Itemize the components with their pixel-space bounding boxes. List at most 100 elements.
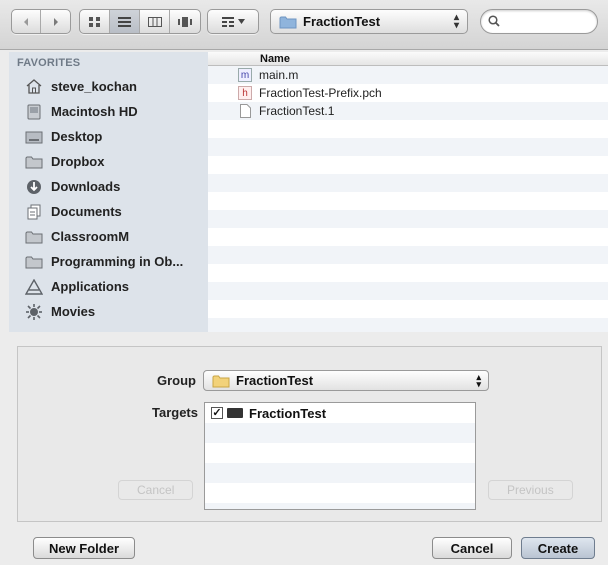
downloads-icon [27, 179, 41, 194]
group-popup[interactable]: FractionTest ▴ ▾ [203, 370, 489, 391]
sidebar-item-label: Movies [51, 304, 96, 319]
applications-icon [25, 278, 43, 295]
home-icon [26, 79, 42, 94]
sidebar-item-label: Macintosh HD [51, 104, 138, 119]
empty-row [205, 423, 475, 443]
empty-row [208, 264, 608, 282]
file-name: FractionTest.1 [259, 104, 335, 118]
back-button[interactable] [12, 10, 41, 33]
folder-icon [25, 231, 43, 243]
empty-row [208, 282, 608, 300]
sidebar-item-label: Applications [51, 279, 130, 294]
sidebar-item-label: Programming in Ob... [51, 254, 184, 269]
file-row[interactable]: FractionTest.1 [208, 102, 608, 120]
folder-icon [212, 375, 230, 387]
file-row[interactable]: h FractionTest-Prefix.pch [208, 84, 608, 102]
empty-row [205, 483, 475, 503]
sidebar-item-label: Downloads [51, 179, 121, 194]
empty-row [208, 174, 608, 192]
documents-icon [27, 204, 41, 219]
empty-row [205, 443, 475, 463]
sidebar-item-dropbox[interactable]: Dropbox [9, 149, 208, 174]
file-name: main.m [259, 68, 299, 82]
sidebar-item-downloads[interactable]: Downloads [9, 174, 208, 199]
empty-row [208, 318, 608, 332]
targets-label: Targets [152, 405, 198, 420]
path-popup[interactable]: FractionTest ▴ ▾ [270, 9, 468, 34]
sidebar-item-programming[interactable]: Programming in Ob... [9, 249, 208, 274]
path-popup-label: FractionTest [303, 14, 381, 29]
empty-row [208, 138, 608, 156]
sidebar: FAVORITES steve_kochan Macintosh HD Desk… [9, 52, 208, 332]
sidebar-item-label: Dropbox [51, 154, 105, 169]
group-label: Group [157, 373, 196, 388]
target-row[interactable]: ✓ FractionTest [205, 403, 475, 423]
sidebar-item-documents[interactable]: Documents [9, 199, 208, 224]
movies-icon [26, 303, 42, 320]
targets-list: ✓ FractionTest [204, 402, 476, 510]
list-view-button[interactable] [110, 10, 140, 33]
new-folder-button[interactable]: New Folder [33, 537, 135, 559]
empty-row [205, 503, 475, 509]
file-row[interactable]: m main.m [208, 66, 608, 84]
empty-row [208, 192, 608, 210]
m-file-icon: m [238, 68, 252, 82]
list-view-icon [118, 16, 131, 27]
icon-view-button[interactable] [80, 10, 110, 33]
sidebar-item-movies[interactable]: Movies [9, 299, 208, 324]
target-app-icon [227, 408, 243, 418]
column-header-name[interactable]: Name [208, 52, 608, 66]
target-name: FractionTest [249, 405, 327, 421]
search-icon [488, 15, 500, 27]
sidebar-item-label: ClassroomM [51, 229, 130, 244]
file-list[interactable]: Name m main.m h FractionTest-Prefix.pch … [208, 52, 608, 332]
coverflow-view-button[interactable] [170, 10, 200, 33]
sidebar-item-desktop[interactable]: Desktop [9, 124, 208, 149]
chevron-right-icon [53, 17, 58, 26]
sidebar-section-favorites: FAVORITES [17, 57, 81, 69]
options-panel: Cancel Previous Group FractionTest ▴ ▾ Ta… [17, 346, 602, 522]
desktop-folder-icon [25, 131, 43, 143]
chevron-left-icon [24, 17, 28, 26]
toolbar: FractionTest ▴ ▾ [0, 0, 608, 50]
icon-view-icon [88, 16, 100, 27]
sidebar-item-classroomm[interactable]: ClassroomM [9, 224, 208, 249]
chevron-down-icon [237, 19, 245, 24]
sidebar-item-label: steve_kochan [51, 79, 137, 94]
empty-row [205, 463, 475, 483]
column-view-button[interactable] [140, 10, 170, 33]
create-button[interactable]: Create [521, 537, 595, 559]
file-name: FractionTest-Prefix.pch [259, 86, 382, 100]
empty-row [208, 300, 608, 318]
sidebar-item-home[interactable]: steve_kochan [9, 74, 208, 99]
ghost-previous-button: Previous [488, 480, 573, 500]
file-rows: m main.m h FractionTest-Prefix.pch Fract… [208, 66, 608, 332]
sidebar-item-label: Desktop [51, 129, 103, 144]
target-checkbox[interactable]: ✓ [211, 407, 223, 419]
search-field[interactable] [480, 9, 598, 34]
h-file-icon: h [238, 86, 252, 100]
empty-row [208, 228, 608, 246]
popup-stepper-icon: ▴ ▾ [453, 12, 459, 31]
sidebar-item-applications[interactable]: Applications [9, 274, 208, 299]
view-mode-control [79, 9, 201, 34]
folder-icon [25, 256, 43, 268]
empty-row [208, 210, 608, 228]
group-popup-value: FractionTest [236, 373, 314, 388]
sidebar-item-macintosh-hd[interactable]: Macintosh HD [9, 99, 208, 124]
folder-icon [279, 16, 297, 28]
hard-drive-icon [27, 104, 41, 119]
coverflow-view-icon [178, 16, 192, 27]
folder-icon [25, 156, 43, 168]
cancel-button[interactable]: Cancel [432, 537, 512, 559]
forward-button[interactable] [41, 10, 70, 33]
empty-row [208, 246, 608, 264]
arrange-icon [221, 16, 234, 27]
ghost-cancel-button: Cancel [118, 480, 194, 500]
sidebar-item-label: Documents [51, 204, 122, 219]
back-forward-control [11, 9, 71, 34]
document-icon [238, 104, 252, 118]
arrange-menu-button[interactable] [207, 9, 259, 34]
column-view-icon [147, 16, 162, 27]
popup-stepper-icon: ▴ ▾ [476, 372, 481, 389]
